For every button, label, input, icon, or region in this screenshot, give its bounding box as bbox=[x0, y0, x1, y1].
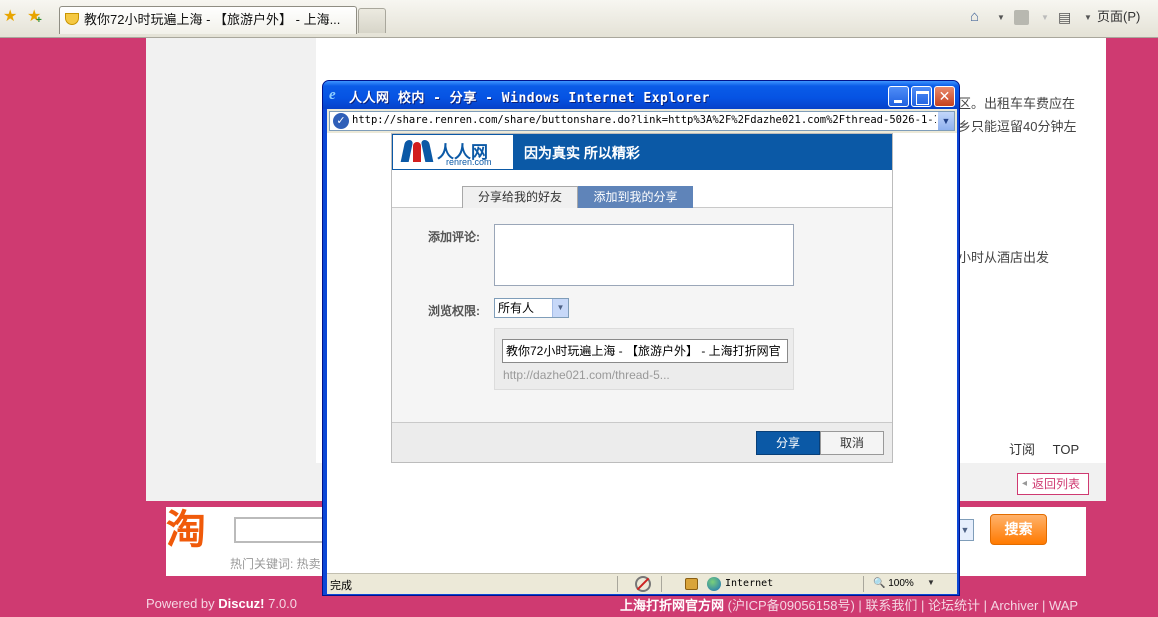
page-icon: ✓ bbox=[333, 113, 349, 129]
maximize-button[interactable] bbox=[911, 86, 932, 107]
subscribe-link[interactable]: 订阅 bbox=[1009, 442, 1035, 457]
print-icon[interactable]: ▤ bbox=[1058, 9, 1071, 25]
renren-logo-domain: renren.com bbox=[446, 157, 492, 167]
status-text: 完成 bbox=[330, 580, 352, 592]
tab-share-to-friends[interactable]: 分享给我的好友 bbox=[462, 186, 578, 208]
footer-link-stats[interactable]: 论坛统计 bbox=[928, 598, 980, 613]
favorites-star-icon[interactable]: ★ bbox=[3, 9, 17, 25]
renren-logo[interactable]: 人人网 renren.com bbox=[393, 135, 513, 169]
status-divider bbox=[863, 576, 864, 592]
cancel-button[interactable]: 取消 bbox=[820, 431, 884, 455]
site-name-link[interactable]: 上海打折网官方网 bbox=[620, 598, 724, 613]
footer-prefix: Powered by bbox=[146, 596, 219, 611]
permission-label: 浏览权限: bbox=[428, 304, 480, 318]
status-divider bbox=[617, 576, 618, 592]
footer-link-archiver[interactable]: Archiver bbox=[991, 598, 1039, 613]
security-zone[interactable]: Internet bbox=[725, 578, 773, 589]
left-sidebar bbox=[146, 38, 316, 501]
share-button[interactable]: 分享 bbox=[756, 431, 820, 455]
renren-slogan: 因为真实 所以精彩 bbox=[524, 145, 640, 161]
back-to-list-button[interactable]: 返回列表 bbox=[1017, 473, 1089, 495]
address-bar: ✓ http://share.renren.com/share/buttonsh… bbox=[327, 109, 957, 133]
taobao-logo: 淘 bbox=[166, 508, 206, 552]
footer-links: 上海打折网官方网 (沪ICP备09056158号) | 联系我们 | 论坛统计 … bbox=[620, 598, 1079, 613]
tab-title: 教你72小时玩遍上海 - 【旅游户外】 - 上海... bbox=[84, 12, 341, 27]
taobao-search-button[interactable]: 搜索 bbox=[990, 514, 1047, 545]
shared-link-preview: 教你72小时玩遍上海 - 【旅游户外】 - 上海打折网官 http://dazh… bbox=[494, 328, 794, 390]
zoom-dropdown-icon[interactable]: ▼ bbox=[927, 578, 935, 587]
renren-header: 人人网 renren.com 因为真实 所以精彩 bbox=[392, 134, 892, 170]
home-icon[interactable]: ⌂ bbox=[970, 9, 979, 25]
popup-title: 人人网 校内 - 分享 - Windows Internet Explorer bbox=[349, 91, 710, 106]
hot-keywords: 热门关键词: 热卖 bbox=[230, 557, 321, 571]
shared-url: http://dazhe021.com/thread-5... bbox=[503, 368, 670, 382]
tab-add-to-my-shares[interactable]: 添加到我的分享 bbox=[578, 186, 693, 208]
protected-mode-icon[interactable] bbox=[685, 578, 698, 590]
permission-select[interactable]: 所有人 ▼ bbox=[494, 298, 569, 318]
comment-textarea[interactable] bbox=[494, 224, 794, 286]
browser-tab-active[interactable]: 教你72小时玩遍上海 - 【旅游户外】 - 上海... bbox=[59, 6, 357, 34]
popup-title-bar[interactable]: e 人人网 校内 - 分享 - Windows Internet Explore… bbox=[323, 81, 959, 109]
footer-version: 7.0.0 bbox=[264, 596, 298, 611]
internet-zone-icon bbox=[707, 577, 721, 591]
feeds-dropdown-icon[interactable]: ▼ bbox=[1041, 13, 1049, 22]
print-dropdown-icon[interactable]: ▼ bbox=[1084, 13, 1092, 22]
popup-content: 人人网 renren.com 因为真实 所以精彩 分享给我的好友 添加到我的分享… bbox=[327, 133, 957, 573]
address-field[interactable]: ✓ http://share.renren.com/share/buttonsh… bbox=[329, 111, 955, 131]
address-url[interactable]: http://share.renren.com/share/buttonshar… bbox=[352, 114, 936, 126]
home-dropdown-icon[interactable]: ▼ bbox=[997, 13, 1005, 22]
renren-logo-mark-icon bbox=[400, 140, 434, 162]
ie-logo-icon: e bbox=[329, 87, 336, 103]
privacy-icon[interactable] bbox=[635, 576, 651, 592]
post-actions: 订阅 TOP bbox=[1009, 439, 1093, 458]
close-button[interactable]: ✕ bbox=[934, 86, 955, 107]
status-divider bbox=[661, 576, 662, 592]
comment-label: 添加评论: bbox=[428, 230, 480, 244]
renren-share-dialog: 人人网 renren.com 因为真实 所以精彩 分享给我的好友 添加到我的分享… bbox=[391, 133, 893, 463]
article-text-line: 乡只能逗留40分钟左 bbox=[958, 119, 1077, 134]
chevron-down-icon[interactable]: ▼ bbox=[552, 299, 568, 317]
page-favicon-icon bbox=[65, 13, 79, 25]
share-popup-window: e 人人网 校内 - 分享 - Windows Internet Explore… bbox=[322, 80, 960, 596]
new-tab-button[interactable] bbox=[358, 8, 386, 33]
icp-number[interactable]: (沪ICP备09056158号) bbox=[724, 598, 855, 613]
article-text-line: 小时从酒店出发 bbox=[958, 250, 1050, 265]
article-text-line: 区。出租车车费应在 bbox=[958, 96, 1076, 111]
footer-link-contact[interactable]: 联系我们 bbox=[865, 598, 917, 613]
top-link[interactable]: TOP bbox=[1053, 442, 1080, 457]
share-tabs: 分享给我的好友 添加到我的分享 bbox=[392, 170, 892, 208]
feeds-icon[interactable] bbox=[1014, 10, 1029, 25]
permission-value: 所有人 bbox=[498, 301, 535, 315]
zoom-value: 100% bbox=[888, 578, 914, 589]
zoom-level[interactable]: 🔍 100% bbox=[873, 578, 914, 589]
discuz-link[interactable]: Discuz! bbox=[218, 596, 264, 611]
dialog-footer: 分享 取消 bbox=[392, 422, 892, 462]
add-favorites-icon[interactable]: ★ + bbox=[27, 9, 42, 27]
footer-link-wap[interactable]: WAP bbox=[1049, 598, 1078, 613]
popup-status-bar: 完成 Internet 🔍 100% ▼ bbox=[327, 573, 957, 594]
browser-toolbar: ★ ★ + 教你72小时玩遍上海 - 【旅游户外】 - 上海... ⌂ ▼ ▼ ▤… bbox=[0, 0, 1158, 38]
address-dropdown-icon[interactable]: ▼ bbox=[938, 112, 954, 130]
page-menu-button[interactable]: 页面(P) bbox=[1097, 9, 1140, 25]
minimize-button[interactable] bbox=[888, 86, 909, 107]
footer-powered-by: Powered by Discuz! 7.0.0 bbox=[146, 596, 297, 611]
shared-title-input[interactable]: 教你72小时玩遍上海 - 【旅游户外】 - 上海打折网官 bbox=[502, 339, 788, 363]
